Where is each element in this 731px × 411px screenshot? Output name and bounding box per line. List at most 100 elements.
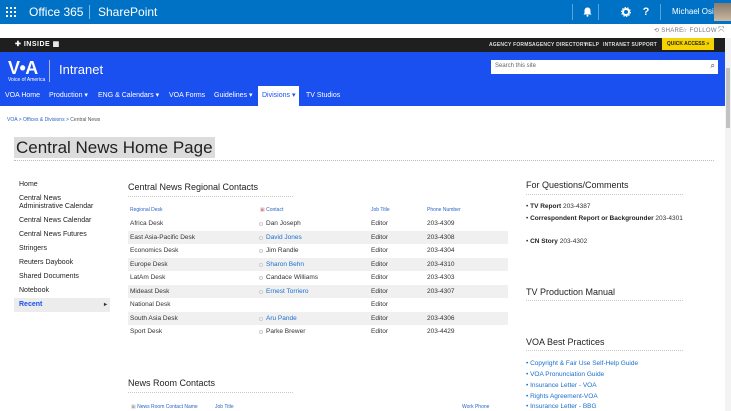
best-practice-label: Rights Agreement-VOA — [530, 393, 598, 400]
cell-contact[interactable]: Dan Joseph — [266, 220, 301, 227]
nav-item-voa-home[interactable]: VOA Home — [5, 86, 40, 106]
avatar[interactable] — [714, 3, 731, 21]
app-launcher-icon[interactable] — [0, 0, 22, 24]
inside-icon: ✚ — [15, 41, 22, 48]
leftnav-item-stringers[interactable]: Stringers — [14, 242, 110, 256]
cell-contact[interactable]: Aru Pande — [266, 315, 297, 322]
cell-phone: 203-4309 — [427, 220, 455, 227]
cell-contact[interactable]: Parke Brewer — [266, 328, 305, 335]
search-input[interactable]: Search this site ⌕ — [491, 60, 718, 74]
leftnav-item-reuters-daybook[interactable]: Reuters Daybook — [14, 256, 110, 270]
cell-contact[interactable]: Ernest Torriero — [266, 288, 309, 295]
suite-divider — [89, 5, 90, 19]
leftnav-item-shared-documents[interactable]: Shared Documents — [14, 270, 110, 284]
breadcrumb-voa[interactable]: VOA — [7, 117, 17, 123]
nav-item-guidelines[interactable]: Guidelines ▾ — [214, 86, 253, 106]
column-header-job-title[interactable]: Job Title — [371, 207, 390, 213]
notification-bell-icon[interactable] — [575, 0, 599, 24]
leftnav-item-calendar[interactable]: Central News Calendar — [14, 214, 110, 228]
best-practice-label: Copyright & Fair Use Self-Help Guide — [530, 360, 639, 367]
cell-phone: 203-4303 — [427, 274, 455, 281]
cell-job-title: Editor — [371, 247, 388, 254]
cell-desk: Economics Desk — [130, 247, 179, 254]
cell-contact[interactable]: Candace Williams — [266, 274, 318, 281]
column-header-desk[interactable]: Regional Desk — [130, 207, 163, 213]
column-header-job-title[interactable]: Job Title — [215, 404, 234, 410]
table-header: Regional Desk ▣ Contact Job Title Phone … — [128, 205, 508, 217]
cell-phone: 203-4304 — [427, 247, 455, 254]
leftnav-item-notebook[interactable]: Notebook — [14, 284, 110, 298]
star-icon: ☆ — [682, 28, 688, 34]
cell-phone: 203-4310 — [427, 260, 455, 268]
page-actions-row: ⟲ SHARE ☆ FOLLOW ⤧ — [0, 24, 731, 38]
best-practice-label: VOA Pronunciation Guide — [530, 371, 605, 378]
suite-divider — [572, 4, 573, 20]
cell-job-title: Editor — [371, 287, 388, 295]
sharepoint-app-title[interactable]: SharePoint — [98, 5, 157, 19]
intranet-top-bar: ✚ INSIDE ▦ AGENCY FORMS AGENCY DIRECTORY… — [0, 38, 731, 52]
nav-item-tv-studios[interactable]: TV Studios — [306, 86, 340, 106]
cell-contact[interactable]: Sharon Behn — [266, 261, 304, 268]
table-row: Africa Desk Dan Joseph Editor 203-4309 — [128, 217, 508, 231]
agency-forms-link[interactable]: AGENCY FORMS — [489, 42, 532, 48]
table-row: Europe Desk Sharon Behn Editor 203-4310 — [128, 257, 508, 271]
best-practice-link[interactable]: • Copyright & Fair Use Self-Help Guide — [526, 360, 638, 367]
nav-item-voa-forms[interactable]: VOA Forms — [169, 86, 205, 106]
question-item: • TV Report 203-4387 — [526, 203, 591, 210]
agency-directory-link[interactable]: AGENCY DIRECTORY — [532, 42, 587, 48]
best-practices-title: VOA Best Practices — [526, 337, 605, 347]
column-header-contact[interactable]: ▣ Contact — [260, 207, 283, 213]
cell-desk: East Asia-Pacific Desk — [130, 233, 196, 241]
regional-contacts-table: Regional Desk ▣ Contact Job Title Phone … — [128, 205, 508, 339]
leftnav-item-home[interactable]: Home — [14, 178, 110, 192]
chevron-right-icon: ▸ — [103, 302, 107, 308]
suite-divider — [660, 4, 661, 20]
question-item-phone: 203-4387 — [561, 203, 591, 210]
follow-button[interactable]: ☆ FOLLOW — [682, 27, 717, 34]
presence-icon — [259, 289, 263, 294]
breadcrumb-offices-divisions[interactable]: Offices & Divisions — [23, 117, 65, 123]
site-title[interactable]: Intranet — [59, 62, 103, 77]
column-header-contact-name[interactable]: ▣ News Room Contact Name — [131, 404, 198, 410]
cell-desk: Sport Desk — [130, 328, 163, 335]
top-navigation: VOA Home Production ▾ ENG & Calendars ▾ … — [0, 86, 731, 106]
leftnav-item-recent[interactable]: Recent ▸ — [14, 298, 110, 312]
grid-icon: ▦ — [52, 41, 60, 48]
focus-content-icon[interactable]: ⤧ — [718, 25, 725, 35]
best-practice-link[interactable]: • VOA Pronunciation Guide — [526, 371, 604, 378]
tv-manual-title[interactable]: TV Production Manual — [526, 287, 615, 297]
quick-access-button[interactable]: QUICK ACCESS » — [662, 38, 714, 50]
help-icon[interactable]: ? — [634, 0, 658, 24]
cell-job-title: Editor — [371, 314, 388, 322]
nav-item-production[interactable]: Production ▾ — [49, 86, 88, 106]
voa-logo[interactable]: V•A — [8, 58, 38, 79]
cell-contact[interactable]: Jim Randle — [266, 247, 299, 254]
breadcrumb: VOA > Offices & Divisions > Central News — [7, 117, 100, 123]
column-header-phone[interactable]: Phone Number — [427, 207, 461, 213]
column-header-work-phone[interactable]: Work Phone — [462, 404, 489, 410]
search-icon[interactable]: ⌕ — [711, 61, 715, 71]
cell-contact[interactable]: David Jones — [266, 234, 302, 241]
best-practice-link[interactable]: • Insurance Letter - BBG — [526, 403, 597, 410]
office365-brand[interactable]: Office 365 — [29, 5, 83, 19]
contact-header-label: Contact — [266, 207, 284, 213]
presence-icon — [259, 235, 263, 240]
suite-bar: Office 365 SharePoint ? Michael Osicki — [0, 0, 731, 24]
question-item-phone: 203-4302 — [557, 238, 588, 245]
best-practice-link[interactable]: • Rights Agreement-VOA — [526, 393, 598, 400]
leftnav-item-admin-calendar[interactable]: Central News Administrative Calendar — [14, 192, 110, 214]
nav-item-eng-calendars[interactable]: ENG & Calendars ▾ — [98, 86, 159, 106]
table-row: South Asia Desk Aru Pande Editor 203-430… — [128, 311, 508, 325]
section-divider — [526, 300, 683, 301]
inside-home-link[interactable]: ✚ INSIDE ▦ — [15, 40, 60, 48]
scrollbar-thumb[interactable] — [726, 68, 730, 128]
quick-launch-nav: Home Central News Administrative Calenda… — [14, 178, 110, 312]
help-link[interactable]: HELP — [585, 42, 599, 48]
share-button[interactable]: ⟲ SHARE — [654, 27, 683, 34]
nav-item-divisions[interactable]: Divisions ▾ — [258, 86, 300, 106]
page-scrollbar[interactable] — [725, 38, 731, 411]
intranet-support-link[interactable]: INTRANET SUPPORT — [603, 42, 657, 48]
leftnav-item-futures[interactable]: Central News Futures — [14, 228, 110, 242]
breadcrumb-current: Central News — [70, 117, 101, 123]
best-practice-link[interactable]: • Insurance Letter - VOA — [526, 382, 597, 389]
